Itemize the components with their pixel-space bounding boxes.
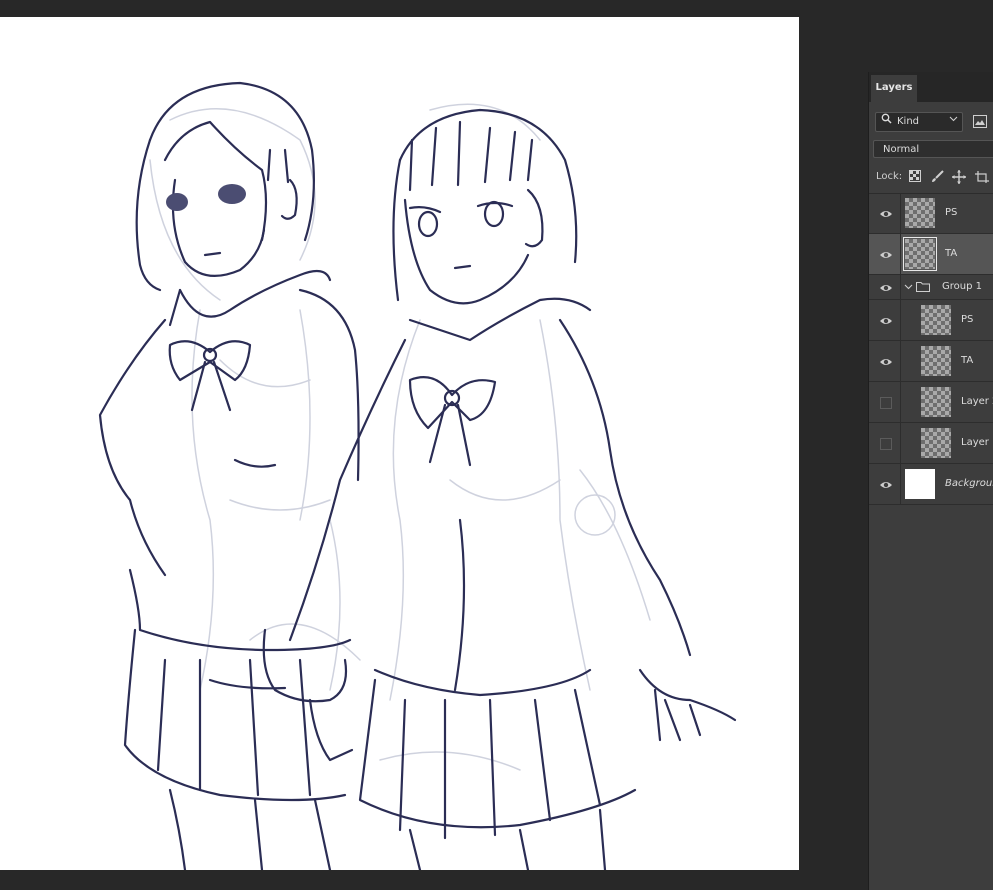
visibility-toggle-off[interactable] xyxy=(880,397,892,409)
layer-thumbnail xyxy=(905,198,935,228)
eye-icon[interactable] xyxy=(879,479,893,491)
drawing-canvas[interactable] xyxy=(0,17,799,870)
visibility-toggle-off[interactable] xyxy=(880,438,892,450)
eye-icon[interactable] xyxy=(879,208,893,220)
layer-row-background[interactable]: Background xyxy=(869,464,993,505)
artboard-lock-icon[interactable] xyxy=(975,170,989,191)
layer-name: Layer 1 xyxy=(961,437,993,448)
transparency-lock-icon[interactable] xyxy=(909,170,921,189)
eye-icon[interactable] xyxy=(879,249,893,261)
move-lock-icon[interactable] xyxy=(952,170,966,191)
layers-panel: Layers Kind Normal Lock: PS TA Group 1 P… xyxy=(868,72,993,890)
image-icon[interactable] xyxy=(973,115,987,128)
layer-name: Layer 2 xyxy=(961,396,993,407)
eye-icon[interactable] xyxy=(879,356,893,368)
layer-row-layer-2[interactable]: Layer 2 xyxy=(869,382,993,423)
layer-thumbnail xyxy=(905,469,935,499)
folder-icon xyxy=(916,281,930,295)
sketch-illustration xyxy=(98,81,737,870)
layer-row-group-ta[interactable]: TA xyxy=(869,341,993,382)
layer-name: PS xyxy=(961,314,974,325)
layer-thumbnail xyxy=(921,428,951,458)
tab-layers[interactable]: Layers xyxy=(871,75,917,102)
layer-name: TA xyxy=(961,355,974,366)
lock-row: Lock: xyxy=(869,168,993,186)
search-icon xyxy=(881,113,892,131)
blend-mode-select[interactable]: Normal xyxy=(873,140,993,158)
layer-kind-filter[interactable]: Kind xyxy=(875,112,963,132)
document-workspace[interactable] xyxy=(0,0,870,890)
layer-name: TA xyxy=(945,248,958,259)
chevron-down-icon xyxy=(949,112,958,130)
layer-row-layer-1[interactable]: Layer 1 xyxy=(869,423,993,464)
layer-name: Background xyxy=(945,478,993,489)
chevron-down-icon[interactable] xyxy=(904,282,913,294)
layer-row-ta-selected[interactable]: TA xyxy=(869,234,993,275)
layer-thumbnail xyxy=(921,346,951,376)
layer-row-ps[interactable]: PS xyxy=(869,193,993,234)
panel-tab-bar: Layers xyxy=(869,72,993,102)
layer-thumbnail xyxy=(921,305,951,335)
eye-icon[interactable] xyxy=(879,282,893,294)
layer-name: PS xyxy=(945,207,958,218)
kind-filter-label: Kind xyxy=(897,116,920,127)
brush-lock-icon[interactable] xyxy=(931,170,944,190)
layer-row-group-ps[interactable]: PS xyxy=(869,300,993,341)
layer-thumbnail xyxy=(921,387,951,417)
lock-label: Lock: xyxy=(876,171,903,182)
eye-icon[interactable] xyxy=(879,315,893,327)
layer-group-row[interactable]: Group 1 xyxy=(869,275,993,300)
layer-thumbnail xyxy=(903,237,937,271)
layer-name: Group 1 xyxy=(942,281,982,292)
